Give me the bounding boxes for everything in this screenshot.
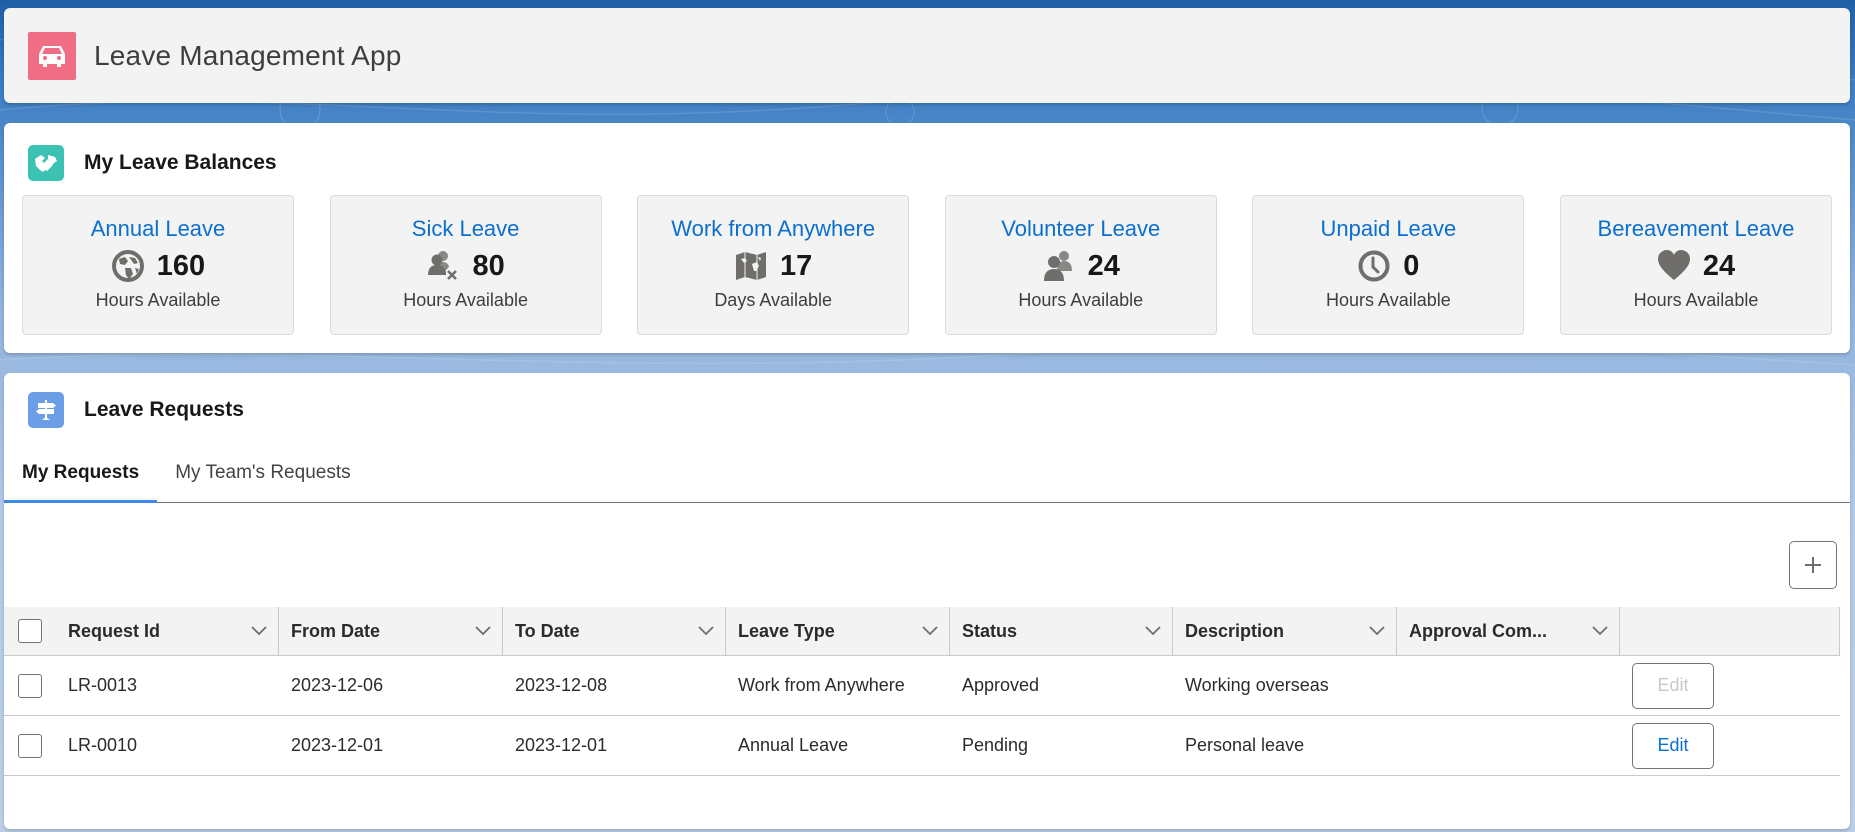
globe-icon [111,249,145,283]
tile-name: Volunteer Leave [1001,216,1161,241]
tile-value: 17 [780,249,813,282]
tile-unit: Days Available [714,290,833,310]
tile-unit: Hours Available [95,290,221,310]
balance-tile-unpaid: Unpaid Leave 0 Hours Available [1252,195,1525,335]
column-header-approval-comments[interactable]: Approval Com... [1397,607,1620,655]
edit-button[interactable]: Edit [1632,662,1714,709]
requests-title: Leave Requests [84,398,244,421]
handshake-icon [28,145,64,181]
balance-tile-volunteer: Volunteer Leave 24 Hours Available [944,195,1217,335]
map-icon [734,249,768,283]
add-request-button[interactable] [1789,541,1837,589]
row-select-cell [4,656,56,715]
tile-value: 80 [472,249,505,282]
balance-tile-work-from-anywhere: Work from Anywhere 17 Days Available [637,195,910,335]
tile-value: 160 [156,249,206,282]
tab-my-teams-requests[interactable]: My Team's Requests [157,444,368,502]
leave-requests-card: Leave Requests My Requests My Team's Req… [4,373,1850,829]
column-header-from-date[interactable]: From Date [279,607,503,655]
requests-header: Leave Requests [28,392,244,428]
chevron-down-icon[interactable] [910,626,950,636]
column-header-description[interactable]: Description [1173,607,1397,655]
tile-unit: Hours Available [1326,290,1451,310]
balance-tile-sick: Sick Leave 80 Hours Available [329,195,602,335]
tile-unit: Hours Available [403,290,528,310]
tile-value: 0 [1403,249,1420,282]
column-header-status[interactable]: Status [950,607,1173,655]
chevron-down-icon[interactable] [1133,626,1173,636]
table-header-row: Request Id From Date To Date Leave Type … [4,607,1840,656]
add-icon [1805,557,1821,573]
table-row: LR-0010 2023-12-01 2023-12-01 Annual Lea… [4,716,1840,776]
user-remove-icon [426,249,460,283]
cell-status: Approved [962,675,1040,695]
cell-approval-comments [1397,716,1620,775]
people-icon [1042,249,1076,283]
select-all-checkbox[interactable] [18,619,42,643]
column-header-to-date[interactable]: To Date [503,607,726,655]
tab-my-requests[interactable]: My Requests [4,444,158,503]
cell-approval-comments [1397,656,1620,715]
chevron-down-icon[interactable] [239,626,279,636]
app-title: Leave Management App [94,39,402,71]
tile-name: Unpaid Leave [1320,216,1457,241]
requests-table: Request Id From Date To Date Leave Type … [4,607,1840,776]
table-row: LR-0013 2023-12-06 2023-12-08 Work from … [4,656,1840,716]
cell-leave-type: Annual Leave [738,735,849,755]
cell-from-date: 2023-12-06 [291,675,384,695]
cell-description: Personal leave [1185,735,1305,755]
cell-request-id: LR-0010 [68,735,138,755]
chevron-down-icon[interactable] [686,626,726,636]
cell-to-date: 2023-12-01 [515,735,608,755]
clock-icon [1357,249,1391,283]
heart-icon [1657,249,1691,283]
cell-actions: Edit [1620,716,1840,775]
balances-header: My Leave Balances [28,145,277,181]
cell-actions: Edit [1620,656,1840,715]
cell-request-id: LR-0013 [68,675,138,695]
app-header: Leave Management App [4,8,1850,103]
cell-description: Working overseas [1185,675,1329,695]
column-header-request-id[interactable]: Request Id [56,607,279,655]
balance-tiles: Annual Leave 160 Hours Available Sick Le… [22,195,1832,335]
row-checkbox[interactable] [18,673,42,698]
tile-name: Annual Leave [90,216,226,241]
row-select-cell [4,716,56,775]
tile-name: Sick Leave [411,216,520,241]
column-header-leave-type[interactable]: Leave Type [726,607,950,655]
leave-balances-card: My Leave Balances Annual Leave 160 Hours… [4,123,1850,353]
tile-name: Bereavement Leave [1597,216,1795,241]
cell-status: Pending [962,735,1029,755]
signpost-icon [28,392,64,428]
tile-value: 24 [1087,249,1120,282]
requests-tabs: My Requests My Team's Requests [4,445,1850,503]
tile-value: 24 [1702,249,1736,282]
balance-tile-bereavement: Bereavement Leave 24 Hours Available [1559,195,1832,335]
cell-to-date: 2023-12-08 [515,675,608,695]
balances-title: My Leave Balances [84,151,277,174]
cell-from-date: 2023-12-01 [291,735,384,755]
chevron-down-icon[interactable] [463,626,503,636]
chevron-down-icon[interactable] [1357,626,1397,636]
chevron-down-icon[interactable] [1580,626,1620,636]
row-checkbox[interactable] [18,733,42,758]
balance-tile-annual: Annual Leave 160 Hours Available [22,195,294,335]
cell-leave-type: Work from Anywhere [738,675,905,695]
tile-unit: Hours Available [1633,290,1759,310]
tile-name: Work from Anywhere [671,216,876,241]
select-all-cell [4,607,56,655]
column-header-actions [1620,607,1840,655]
car-icon [28,31,76,80]
edit-button[interactable]: Edit [1632,722,1714,769]
tile-unit: Hours Available [1018,290,1144,310]
